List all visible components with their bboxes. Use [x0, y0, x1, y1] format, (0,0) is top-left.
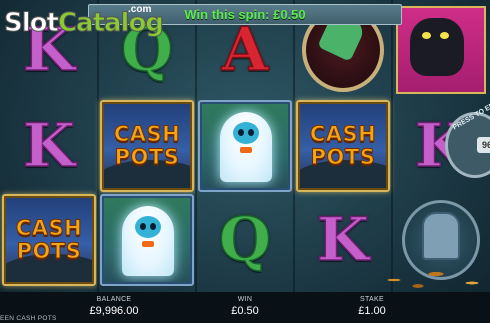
reel-4: CASH POTS K — [293, 0, 392, 292]
symbol-frame — [100, 194, 194, 286]
logo-com: .com — [128, 4, 152, 15]
winning-symbol-frame — [100, 100, 194, 192]
win-banner-text: Win this spin: £0.50 — [184, 7, 306, 22]
tombstone-icon — [422, 212, 460, 260]
symbol-ghost — [98, 192, 196, 288]
win-value: £0.50 — [231, 305, 259, 317]
symbol-cash-pots: CASH POTS — [294, 98, 392, 194]
winning-symbol-frame — [296, 100, 390, 192]
reel-3: A Q — [195, 0, 294, 292]
winning-symbol-frame — [2, 194, 96, 286]
balance-display: BALANCE £9,996.00 — [84, 296, 144, 317]
win-display: WIN £0.50 — [215, 296, 275, 317]
stake-display[interactable]: STAKE £1.00 — [342, 296, 402, 317]
balance-label: BALANCE — [96, 296, 132, 303]
black-cat-icon — [410, 18, 464, 76]
stake-label: STAKE — [360, 296, 384, 303]
logo-slot: Slot — [4, 8, 60, 39]
balance-value: £9,996.00 — [89, 305, 139, 317]
win-label: WIN — [237, 296, 253, 303]
symbol-cash-pots: CASH POTS — [0, 192, 98, 288]
reel-area: K K CASH POTS Q CASH POTS A Q CASH POTS … — [0, 0, 490, 292]
symbol-k: K — [0, 98, 98, 194]
symbol-ghost — [196, 98, 294, 194]
symbol-q: Q — [196, 192, 294, 288]
symbol-cash-pots: CASH POTS — [98, 98, 196, 194]
symbol-black-cat — [392, 2, 490, 98]
symbol-q-letter: Q — [218, 205, 272, 275]
status-bar: BALANCE £9,996.00 WIN £0.50 STAKE £1.00 — [0, 292, 490, 323]
reel-1: K K CASH POTS — [0, 0, 98, 292]
press-to-end-value: 96 — [477, 137, 490, 153]
cat-eye — [422, 32, 431, 39]
stake-value: £1.00 — [358, 305, 386, 317]
slot-game-screen: K K CASH POTS Q CASH POTS A Q CASH POTS … — [0, 0, 490, 323]
game-name: EEN CASH POTS — [0, 315, 57, 322]
autumn-leaves-decoration — [370, 262, 490, 292]
symbol-k-letter: K — [22, 111, 76, 181]
symbol-frame — [198, 100, 292, 192]
cat-eye — [440, 32, 449, 39]
symbol-k-letter: K — [316, 205, 370, 275]
symbol-a-letter: A — [221, 15, 269, 85]
reel-2: Q CASH POTS — [97, 0, 196, 292]
